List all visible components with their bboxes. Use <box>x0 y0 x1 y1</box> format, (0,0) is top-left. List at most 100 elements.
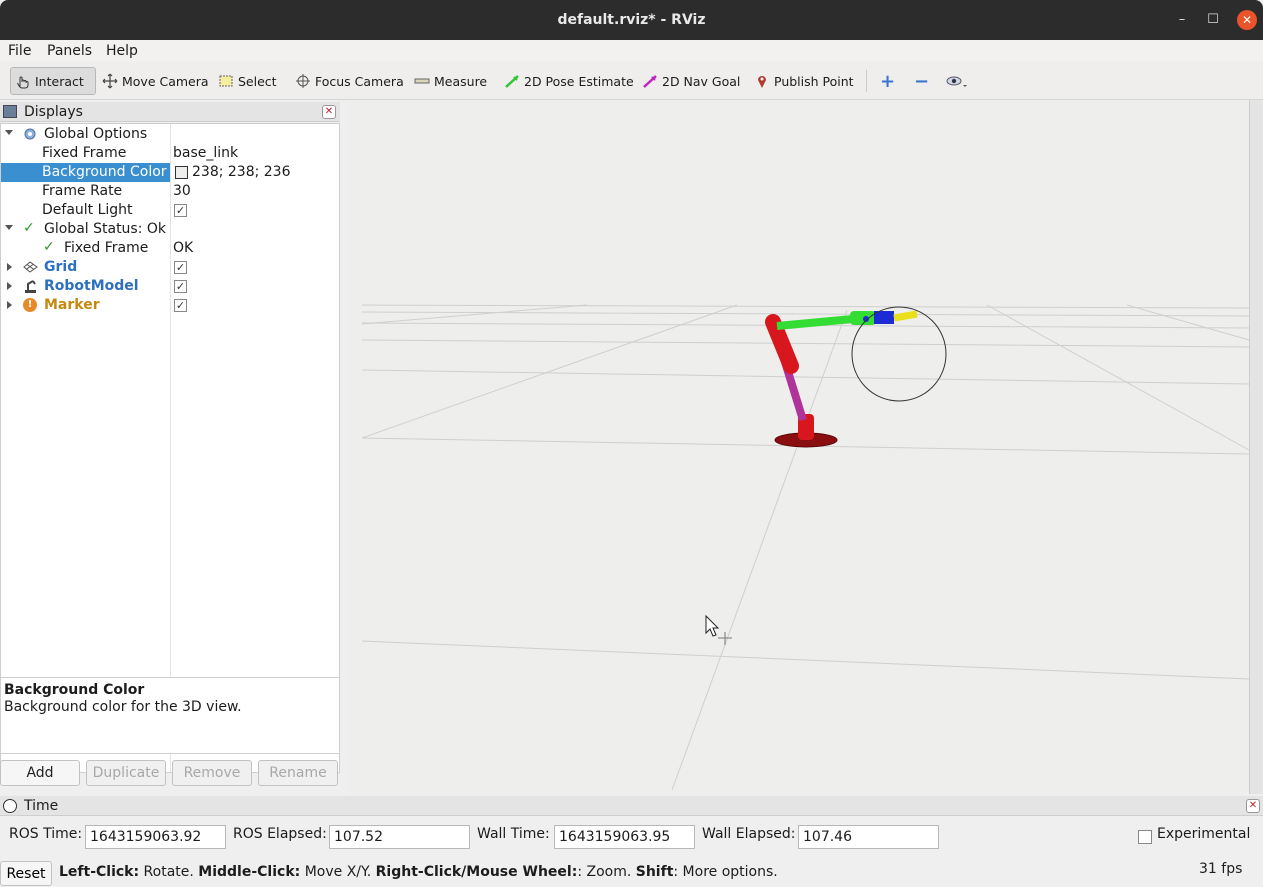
marker-checkbox[interactable]: ✓ <box>174 299 187 312</box>
fps-counter: 31 fps <box>1199 861 1243 877</box>
warning-icon: ! <box>23 298 37 312</box>
rename-button[interactable]: Rename <box>258 760 338 786</box>
pose-estimate-tool[interactable]: 2D Pose Estimate <box>500 67 638 95</box>
status-bar: Reset Left-Click: Rotate. Middle-Click: … <box>0 860 1263 887</box>
eye-icon <box>946 73 967 89</box>
color-swatch[interactable] <box>175 166 188 179</box>
marker-label: Marker <box>44 297 100 313</box>
publish-point-label: Publish Point <box>774 73 854 89</box>
tree-row-global-status[interactable]: ✓ Global Status: Ok <box>1 220 339 239</box>
3d-render-view[interactable] <box>347 100 1263 794</box>
status-help-text: Left-Click: Rotate. Middle-Click: Move X… <box>59 864 778 880</box>
green-arrow-icon <box>504 73 520 89</box>
monitor-icon <box>3 105 17 118</box>
wall-elapsed-label: Wall Elapsed: <box>702 826 796 842</box>
displays-panel-title: Displays <box>24 104 83 120</box>
nav-goal-tool[interactable]: 2D Nav Goal <box>638 67 744 95</box>
measure-tool[interactable]: Measure <box>410 67 491 95</box>
move-cursor-icon <box>718 632 732 645</box>
status-fixed-frame-value: OK <box>173 240 194 256</box>
map-pin-icon <box>754 73 770 89</box>
expand-arrow-icon[interactable] <box>5 130 13 135</box>
3d-scene[interactable] <box>347 100 1263 794</box>
view-options-button[interactable] <box>942 67 967 95</box>
ground-grid <box>361 304 1250 791</box>
tree-row-fixed-frame[interactable]: Fixed Frame base_link <box>1 144 339 163</box>
ros-elapsed-field[interactable]: 107.52 <box>329 825 470 849</box>
displays-tree: Global Options Fixed Frame base_link Bac… <box>0 123 340 773</box>
clock-icon <box>3 799 17 813</box>
hand-pointer-icon <box>15 73 31 89</box>
tree-row-marker[interactable]: ! Marker ✓ <box>1 296 339 315</box>
default-light-checkbox[interactable]: ✓ <box>174 204 187 217</box>
fixed-frame-value[interactable]: base_link <box>173 145 238 161</box>
expand-arrow-icon[interactable] <box>5 225 13 230</box>
tree-row-grid[interactable]: Grid ✓ <box>1 258 339 277</box>
maximize-button[interactable]: ☐ <box>1203 10 1223 30</box>
displays-panel-header: Displays ✕ <box>0 102 340 122</box>
robot-model-label: RobotModel <box>44 278 139 294</box>
grid-checkbox[interactable]: ✓ <box>174 261 187 274</box>
select-box-icon <box>218 73 234 89</box>
ros-time-field[interactable]: 1643159063.92 <box>85 825 226 849</box>
experimental-checkbox[interactable] <box>1138 830 1152 844</box>
measure-label: Measure <box>434 73 488 89</box>
description-text: Background color for the 3D view. <box>4 699 242 715</box>
tree-row-status-fixed-frame[interactable]: ✓ Fixed Frame OK <box>1 239 339 258</box>
tree-row-robot-model[interactable]: RobotModel ✓ <box>1 277 339 296</box>
displays-panel: Displays ✕ Global Options Fixed Frame ba… <box>0 102 340 794</box>
close-button[interactable]: ✕ <box>1237 10 1257 30</box>
grid-icon <box>23 261 38 277</box>
property-description-box: Background Color Background color for th… <box>0 677 340 754</box>
move-arrows-icon <box>102 73 118 89</box>
collapse-arrow-icon[interactable] <box>7 263 12 271</box>
background-color-label: Background Color <box>42 164 167 180</box>
move-camera-label: Move Camera <box>122 73 209 89</box>
add-tool-button[interactable]: + <box>876 67 899 95</box>
collapse-arrow-icon[interactable] <box>7 282 12 290</box>
focus-camera-label: Focus Camera <box>315 73 404 89</box>
remove-tool-button[interactable]: − <box>910 67 933 95</box>
window-titlebar: default.rviz* - RViz – ☐ ✕ <box>0 0 1263 40</box>
frame-rate-label: Frame Rate <box>42 183 123 199</box>
background-color-value[interactable]: 238; 238; 236 <box>192 164 291 180</box>
select-tool[interactable]: Select <box>214 67 281 95</box>
time-panel-title: Time <box>24 798 59 814</box>
experimental-label: Experimental <box>1157 826 1251 842</box>
wall-elapsed-field[interactable]: 107.46 <box>798 825 939 849</box>
focus-camera-tool[interactable]: Focus Camera <box>291 67 408 95</box>
collapse-arrow-icon[interactable] <box>7 301 12 309</box>
add-button[interactable]: Add <box>0 760 80 786</box>
menu-panels[interactable]: Panels <box>47 43 92 59</box>
crosshair-icon <box>295 73 311 89</box>
time-close-button[interactable]: ✕ <box>1246 799 1260 813</box>
wall-time-field[interactable]: 1643159063.95 <box>554 825 695 849</box>
tree-row-global-options[interactable]: Global Options <box>1 125 339 144</box>
robot-model-checkbox[interactable]: ✓ <box>174 280 187 293</box>
view-right-splitter[interactable] <box>1249 100 1263 794</box>
minimize-button[interactable]: – <box>1172 10 1192 30</box>
time-panel: Time ✕ ROS Time: 1643159063.92 ROS Elaps… <box>0 796 1263 887</box>
default-light-label: Default Light <box>42 202 133 218</box>
tree-row-default-light[interactable]: Default Light ✓ <box>1 201 339 220</box>
interact-tool[interactable]: Interact <box>10 67 96 95</box>
publish-point-tool[interactable]: Publish Point <box>750 67 858 95</box>
tree-row-frame-rate[interactable]: Frame Rate 30 <box>1 182 339 201</box>
move-camera-tool[interactable]: Move Camera <box>98 67 213 95</box>
ros-elapsed-label: ROS Elapsed: <box>233 826 327 842</box>
time-panel-header: Time ✕ <box>0 796 1263 816</box>
grid-label: Grid <box>44 259 78 275</box>
tree-row-background-color[interactable]: Background Color 238; 238; 236 <box>1 163 339 182</box>
description-title: Background Color <box>4 682 145 698</box>
menu-help[interactable]: Help <box>106 43 138 59</box>
duplicate-button[interactable]: Duplicate <box>86 760 166 786</box>
reset-button[interactable]: Reset <box>0 861 52 886</box>
toolbar-divider <box>866 70 867 92</box>
nav-goal-label: 2D Nav Goal <box>662 73 741 89</box>
frame-rate-value[interactable]: 30 <box>173 183 191 199</box>
remove-button[interactable]: Remove <box>172 760 252 786</box>
menu-file[interactable]: File <box>8 43 31 59</box>
checkmark-icon: ✓ <box>23 220 35 236</box>
displays-close-button[interactable]: ✕ <box>322 105 336 119</box>
gear-icon <box>23 127 37 145</box>
